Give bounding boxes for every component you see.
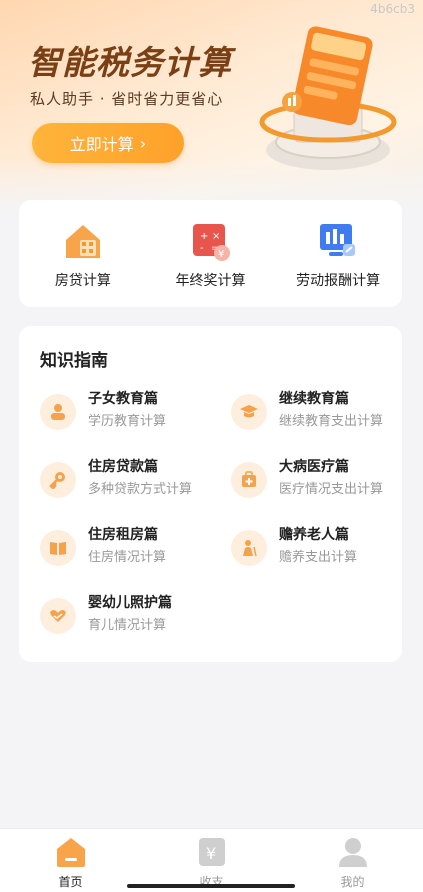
guide-title: 知识指南: [40, 351, 108, 371]
guide-item-continuing-education[interactable]: 继续教育篇 继续教育支出计算: [231, 388, 411, 438]
guide-item-subtitle: 多种贷款方式计算: [88, 482, 193, 497]
tool-label: 房贷计算: [54, 273, 111, 289]
bonus-calculator-icon: + × - = ¥: [192, 224, 230, 261]
bonus-calculator-entry[interactable]: + × - = ¥ 年终奖计算: [147, 200, 275, 307]
svg-text:+: +: [200, 231, 208, 242]
tab-label: 我的: [340, 875, 365, 889]
guide-item-subtitle: 育儿情况计算: [88, 618, 167, 633]
guide-item-child-education[interactable]: 子女教育篇 学历教育计算: [40, 388, 220, 438]
svg-text:¥: ¥: [218, 249, 224, 260]
guide-item-subtitle: 医疗情况支出计算: [279, 482, 384, 497]
guide-item-title: 子女教育篇: [88, 391, 158, 407]
medical-kit-icon: [231, 462, 267, 498]
knowledge-guide-card: 知识指南 子女教育篇 学历教育计算 继续教育篇 继续教育支出计算 住房贷款篇 多…: [19, 326, 402, 662]
home-icon: [56, 838, 85, 867]
guide-item-subtitle: 继续教育支出计算: [279, 414, 384, 429]
guide-item-title: 继续教育篇: [279, 391, 349, 407]
key-icon: [40, 462, 76, 498]
svg-text:-: -: [200, 243, 204, 254]
build-tag: 4b6cb3: [370, 2, 415, 16]
hero-subtitle: 私人助手 · 省时省力更省心: [30, 90, 224, 108]
house-calculator-icon: [65, 225, 100, 258]
tool-label: 劳动报酬计算: [296, 273, 381, 289]
calculate-now-button[interactable]: 立即计算 ›: [32, 123, 184, 163]
guide-item-serious-illness[interactable]: 大病医疗篇 医疗情况支出计算: [231, 456, 411, 506]
svg-text:×: ×: [212, 231, 220, 242]
cta-label: 立即计算: [69, 135, 134, 154]
guide-item-title: 婴幼儿照护篇: [88, 595, 172, 611]
calculator-tools-card: 房贷计算 + × - = ¥ 年终奖计算 劳动报酬计算: [19, 200, 402, 307]
graduation-cap-icon: [231, 394, 267, 430]
guide-item-title: 大病医疗篇: [279, 459, 349, 475]
guide-item-subtitle: 赡养支出计算: [279, 550, 358, 565]
profile-icon: [338, 838, 367, 867]
labor-pay-calculator-entry[interactable]: 劳动报酬计算: [274, 200, 402, 307]
mortgage-calculator-entry[interactable]: 房贷计算: [19, 200, 147, 307]
tab-home[interactable]: 首页: [0, 829, 141, 892]
tab-profile[interactable]: 我的: [282, 829, 423, 892]
guide-item-infant-care[interactable]: 婴幼儿照护篇 育儿情况计算: [40, 592, 220, 642]
home-indicator: [127, 884, 295, 888]
guide-item-housing-rent[interactable]: 住房租房篇 住房情况计算: [40, 524, 220, 574]
person-icon: [40, 394, 76, 430]
tax-document-illustration-icon: [259, 26, 397, 170]
svg-text:¥: ¥: [206, 844, 216, 863]
guide-item-title: 住房贷款篇: [88, 459, 158, 475]
guide-item-housing-loan[interactable]: 住房贷款篇 多种贷款方式计算: [40, 456, 220, 506]
yuan-icon: ¥: [198, 838, 225, 866]
elderly-icon: [231, 530, 267, 566]
book-icon: [40, 530, 76, 566]
guide-item-title: 住房租房篇: [88, 527, 158, 543]
tab-income-expense[interactable]: ¥ 收支: [141, 829, 282, 892]
heart-hand-icon: [40, 598, 76, 634]
bottom-tab-bar: 首页 ¥ 收支 我的: [0, 828, 423, 892]
labor-pay-icon: [320, 224, 356, 256]
guide-item-subtitle: 住房情况计算: [88, 550, 167, 565]
tab-label: 首页: [58, 875, 83, 889]
chevron-right-icon: ›: [139, 133, 147, 153]
guide-item-subtitle: 学历教育计算: [88, 414, 167, 429]
guide-item-elderly-support[interactable]: 赡养老人篇 赡养支出计算: [231, 524, 411, 574]
tool-label: 年终奖计算: [175, 273, 246, 289]
hero-title: 智能税务计算: [28, 43, 232, 82]
guide-item-title: 赡养老人篇: [279, 527, 349, 543]
